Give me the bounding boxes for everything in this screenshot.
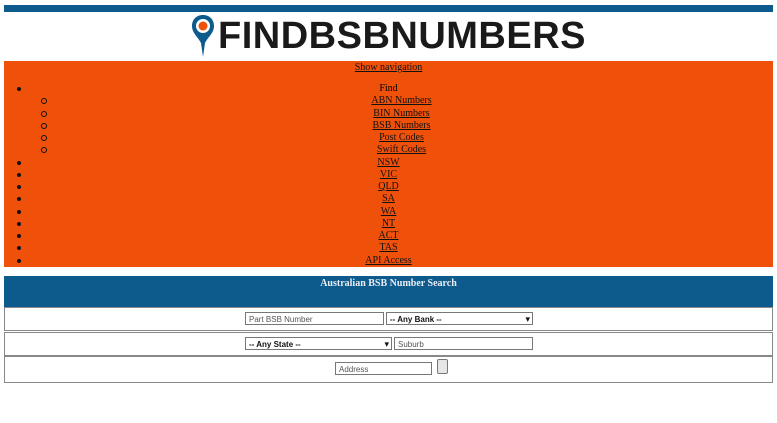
nav-item-tas: TAS	[4, 242, 773, 254]
nav-find-label: Find	[379, 83, 398, 94]
nav-subitem-bin: BIN Numbers	[4, 108, 773, 120]
search-row-address: Address	[4, 356, 773, 383]
location-pin-icon	[192, 15, 214, 57]
nav-subitem-post: Post Codes	[4, 132, 773, 144]
find-submenu: ABN Numbers BIN Numbers BSB Numbers Post…	[4, 95, 773, 156]
nav-item-find: Find ABN Numbers BIN Numbers BSB Numbers…	[4, 83, 773, 157]
nav-link-nsw[interactable]: NSW	[377, 157, 399, 168]
logo-text: FINDBSBNUMBERS	[218, 15, 586, 57]
show-navigation-link[interactable]: Show navigation	[4, 62, 773, 73]
nav-link-bin-numbers[interactable]: BIN Numbers	[373, 108, 429, 119]
search-submit-button[interactable]	[437, 359, 448, 374]
nav-link-nt[interactable]: NT	[382, 218, 395, 229]
nav-link-api-access[interactable]: API Access	[365, 255, 411, 266]
nav-item-api: API Access	[4, 255, 773, 267]
nav-link-abn-numbers[interactable]: ABN Numbers	[371, 95, 431, 106]
search-row-state-suburb: -- Any State -- Suburb	[4, 332, 773, 356]
address-input[interactable]: Address	[335, 362, 432, 375]
state-select[interactable]: -- Any State --	[245, 337, 392, 351]
nav-list: Find ABN Numbers BIN Numbers BSB Numbers…	[4, 83, 773, 267]
nav-item-nsw: NSW	[4, 157, 773, 169]
nav-item-wa: WA	[4, 206, 773, 218]
nav-link-tas[interactable]: TAS	[379, 242, 397, 253]
nav-link-post-codes[interactable]: Post Codes	[379, 132, 424, 143]
search-title: Australian BSB Number Search	[4, 276, 773, 307]
search-row-bsb-bank: Part BSB Number -- Any Bank --	[4, 307, 773, 331]
nav-item-nt: NT	[4, 218, 773, 230]
bsb-number-input[interactable]: Part BSB Number	[245, 312, 384, 325]
nav-link-qld[interactable]: QLD	[378, 181, 399, 192]
nav-item-act: ACT	[4, 230, 773, 242]
nav-link-vic[interactable]: VIC	[380, 169, 397, 180]
nav-item-vic: VIC	[4, 169, 773, 181]
top-accent-bar	[4, 5, 773, 12]
nav-link-wa[interactable]: WA	[381, 206, 397, 217]
nav-item-sa: SA	[4, 193, 773, 205]
nav-link-swift-codes[interactable]: Swift Codes	[377, 144, 426, 155]
nav-subitem-swift: Swift Codes	[4, 144, 773, 156]
bank-select[interactable]: -- Any Bank --	[386, 312, 533, 326]
nav-link-act[interactable]: ACT	[379, 230, 399, 241]
navigation-panel: Show navigation Find ABN Numbers BIN Num…	[4, 61, 773, 267]
nav-link-bsb-numbers[interactable]: BSB Numbers	[372, 120, 430, 131]
nav-subitem-bsb: BSB Numbers	[4, 120, 773, 132]
nav-item-qld: QLD	[4, 181, 773, 193]
site-logo[interactable]: FINDBSBNUMBERS	[190, 13, 586, 59]
suburb-input[interactable]: Suburb	[394, 337, 533, 350]
nav-link-sa[interactable]: SA	[382, 193, 395, 204]
nav-subitem-abn: ABN Numbers	[4, 95, 773, 107]
